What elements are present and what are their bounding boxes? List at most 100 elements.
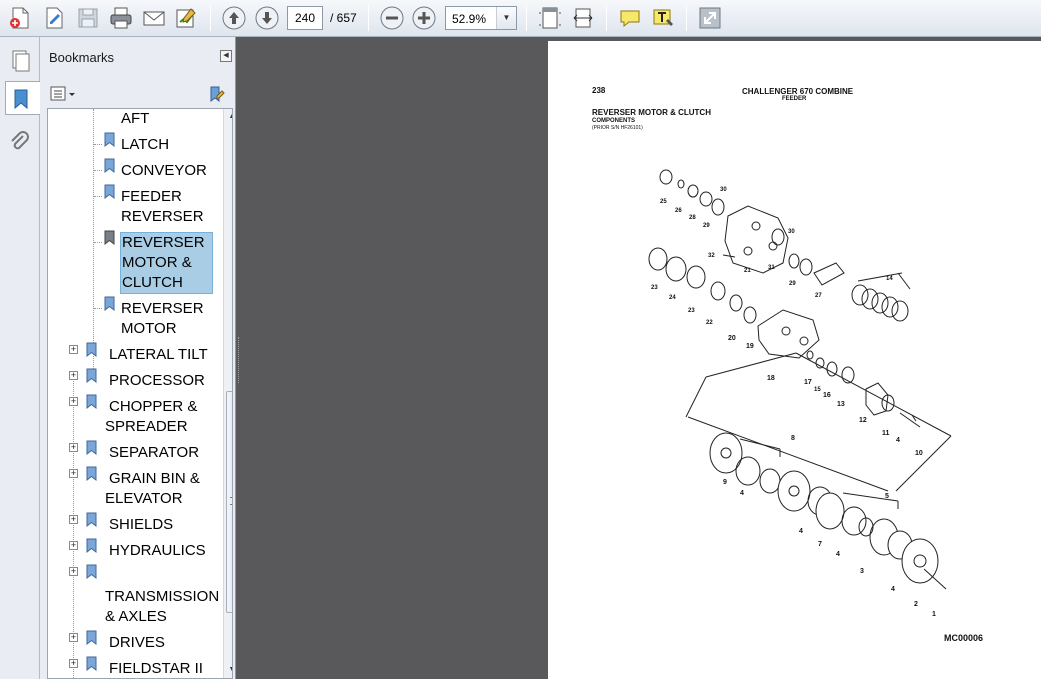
- callout-label: 4: [740, 490, 744, 497]
- next-page-icon[interactable]: [254, 5, 280, 31]
- expand-toggle[interactable]: +: [69, 469, 78, 478]
- expand-toggle[interactable]: +: [69, 659, 78, 668]
- bookmark-label-line: & AXLES: [105, 608, 167, 625]
- expand-toggle[interactable]: +: [69, 541, 78, 550]
- fit-width-icon[interactable]: [570, 5, 596, 31]
- callout-label: 2: [914, 601, 918, 608]
- bookmark-label-line: REVERSER: [121, 300, 204, 317]
- email-icon[interactable]: [141, 5, 167, 31]
- callout-label: 19: [746, 343, 754, 350]
- bookmark-icon: [85, 440, 99, 456]
- bookmark-latch[interactable]: LATCH: [121, 135, 169, 155]
- expand-toggle[interactable]: +: [69, 397, 78, 406]
- callout-label: 22: [706, 320, 713, 326]
- bookmark-reverser-motor[interactable]: REVERSER MOTOR: [121, 299, 204, 339]
- edit-doc-icon[interactable]: [41, 5, 67, 31]
- bookmarks-icon[interactable]: [5, 81, 41, 115]
- bookmark-chopper-spreader[interactable]: CHOPPER & SPREADER: [105, 397, 197, 437]
- bookmark-drives[interactable]: DRIVES: [109, 633, 165, 653]
- attachments-icon[interactable]: [5, 127, 35, 161]
- callout-label: 23: [651, 285, 658, 291]
- navigation-rail: [0, 37, 41, 679]
- bookmark-icon: [85, 368, 99, 384]
- bookmark-icon: [103, 230, 117, 246]
- bookmark-label-line: MOTOR &: [122, 254, 192, 271]
- panel-title: Bookmarks: [49, 50, 115, 65]
- callout-label: 4: [799, 528, 803, 535]
- callout-label: 4: [896, 437, 900, 444]
- bookmark-hydraulics[interactable]: HYDRAULICS: [109, 541, 206, 561]
- comment-icon[interactable]: [617, 5, 643, 31]
- zoom-in-icon[interactable]: [411, 5, 437, 31]
- callout-label: 24: [669, 295, 676, 301]
- callout-label: 10: [915, 450, 923, 457]
- callout-label: 32: [708, 253, 715, 259]
- sign-icon[interactable]: [173, 5, 199, 31]
- callout-label: 3: [860, 568, 864, 575]
- bookmark-grain-bin-elevator[interactable]: GRAIN BIN & ELEVATOR: [105, 469, 200, 509]
- expand-toggle[interactable]: +: [69, 515, 78, 524]
- bookmark-lateral-tilt[interactable]: LATERAL TILT: [109, 345, 208, 365]
- toolbar: 240 / 657 52.9% ▼: [0, 0, 1041, 37]
- bookmark-label-line: CLUTCH: [122, 274, 183, 291]
- bookmark-separator[interactable]: SEPARATOR: [109, 443, 199, 463]
- panel-splitter[interactable]: [236, 37, 242, 679]
- bookmark-icon: [85, 656, 99, 672]
- find-bookmark-icon[interactable]: [206, 84, 226, 104]
- bookmark-fieldstar-ii[interactable]: FIELDSTAR II: [109, 659, 203, 678]
- fit-page-icon[interactable]: [537, 5, 563, 31]
- expand-toggle[interactable]: +: [69, 633, 78, 642]
- page-thumbnails-icon[interactable]: [5, 45, 35, 79]
- callout-label: 4: [891, 586, 895, 593]
- callout-label: 4: [836, 551, 840, 558]
- bookmark-shields[interactable]: SHIELDS: [109, 515, 173, 535]
- options-menu-button[interactable]: [50, 85, 78, 103]
- expand-icon[interactable]: [697, 5, 723, 31]
- page-total: / 657: [330, 11, 357, 25]
- print-icon[interactable]: [108, 5, 134, 31]
- zoom-out-icon[interactable]: [379, 5, 405, 31]
- callout-label: 1: [932, 611, 936, 618]
- callout-label: 7: [818, 541, 822, 548]
- bookmark-icon: [103, 296, 117, 312]
- callout-label: 26: [675, 208, 682, 214]
- bookmark-icon: [85, 342, 99, 358]
- expand-toggle[interactable]: +: [69, 371, 78, 380]
- chevron-down-icon[interactable]: ▼: [496, 7, 516, 29]
- bookmark-label-line: FEEDER: [121, 188, 182, 205]
- bookmark-processor[interactable]: PROCESSOR: [109, 371, 205, 391]
- collapse-panel-button[interactable]: ◀: [220, 50, 232, 62]
- zoom-value: 52.9%: [452, 12, 487, 26]
- callout-label: 31: [768, 265, 775, 271]
- create-icon[interactable]: [7, 5, 33, 31]
- bookmark-reverser-motor-clutch[interactable]: REVERSER MOTOR & CLUTCH: [120, 232, 213, 294]
- bookmark-conveyor[interactable]: CONVEYOR: [121, 161, 207, 181]
- bookmark-aft[interactable]: AFT: [121, 109, 149, 129]
- callout-label: 9: [723, 479, 727, 486]
- bookmark-label-line: GRAIN BIN &: [109, 470, 200, 487]
- callout-label: 16: [823, 392, 831, 399]
- bookmarks-panel: Bookmarks ◀ AFT LATCH CONVEYOR FEEDER RE…: [40, 37, 236, 679]
- bookmark-icon: [85, 564, 99, 580]
- expand-toggle[interactable]: +: [69, 443, 78, 452]
- callout-label: 29: [789, 281, 796, 287]
- callout-label: 27: [815, 293, 822, 299]
- prev-page-icon[interactable]: [221, 5, 247, 31]
- highlight-text-icon[interactable]: [650, 5, 676, 31]
- scrollbar-thumb[interactable]: [226, 391, 232, 613]
- scroll-up-arrow[interactable]: ▲: [224, 109, 232, 125]
- bookmarks-scrollbar[interactable]: ▲ ▼: [223, 109, 232, 678]
- callout-label: 5: [885, 493, 889, 500]
- bookmark-label-line: SPREADER: [105, 418, 188, 435]
- bookmark-transmission-axles[interactable]: TRANSMISSION & AXLES: [105, 587, 219, 627]
- expand-toggle[interactable]: +: [69, 567, 78, 576]
- expand-toggle[interactable]: +: [69, 345, 78, 354]
- zoom-select[interactable]: 52.9% ▼: [445, 6, 517, 30]
- callout-label: 15: [814, 387, 821, 393]
- page-number-input[interactable]: 240: [287, 6, 323, 30]
- callout-label: 14: [886, 276, 893, 282]
- save-icon[interactable]: [75, 5, 101, 31]
- scroll-down-arrow[interactable]: ▼: [224, 662, 232, 678]
- bookmark-feeder-reverser[interactable]: FEEDER REVERSER: [121, 187, 204, 227]
- bookmark-icon: [85, 538, 99, 554]
